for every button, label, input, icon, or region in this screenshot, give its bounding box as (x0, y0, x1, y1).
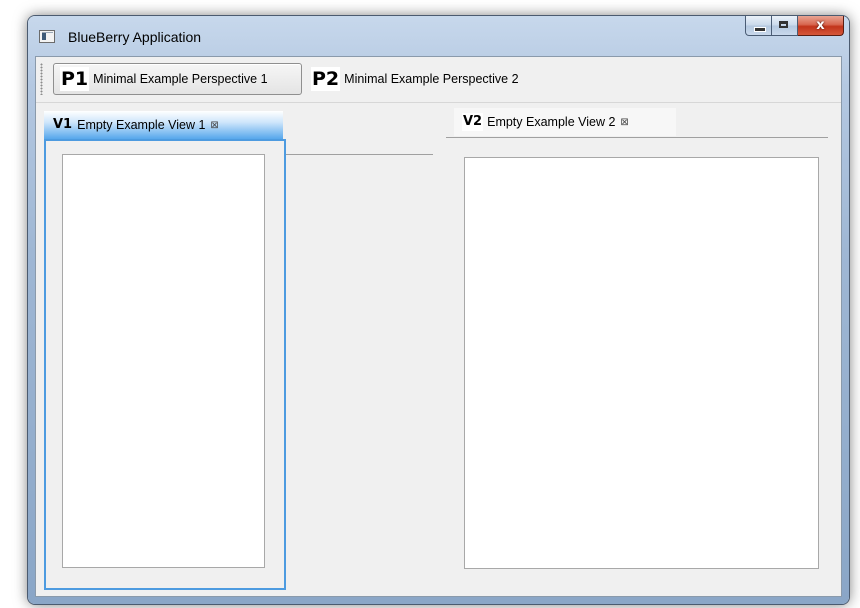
close-icon: x (816, 18, 825, 33)
client-area: P1 Minimal Example Perspective 1 P2 Mini… (35, 56, 842, 597)
view-1-frame (44, 139, 286, 590)
view-2-tab-label: Empty Example View 2 (487, 115, 616, 129)
view-tab-1[interactable]: V1 Empty Example View 1 ⊠ (44, 111, 283, 139)
view-1-close-icon[interactable]: ⊠ (210, 120, 218, 131)
view-2-icon: V2 (462, 113, 484, 131)
view-1-icon: V1 (53, 117, 73, 132)
application-window: BlueBerry Application x P1 Minimal Examp… (28, 16, 849, 604)
perspective-button-1[interactable]: P1 Minimal Example Perspective 1 (53, 63, 302, 95)
perspective-button-2[interactable]: P2 Minimal Example Perspective 2 (309, 63, 519, 95)
close-button[interactable]: x (798, 16, 844, 36)
perspective-2-label: Minimal Example Perspective 2 (344, 72, 519, 86)
view-1-tab-label: Empty Example View 1 (77, 118, 206, 132)
view-2-content-panel[interactable] (464, 157, 819, 569)
view-2-tab-strip-line (446, 137, 828, 138)
view-1-tab-strip-line (286, 154, 433, 155)
view-2-close-icon[interactable]: ⊠ (620, 117, 628, 128)
title-bar[interactable]: BlueBerry Application x (28, 16, 849, 56)
minimize-icon (754, 27, 766, 32)
perspective-1-label: Minimal Example Perspective 1 (93, 72, 268, 86)
perspective-1-icon: P1 (60, 67, 90, 91)
view-tab-2[interactable]: V2 Empty Example View 2 ⊠ (454, 108, 676, 136)
minimize-button[interactable] (745, 16, 772, 36)
perspective-toolbar: P1 Minimal Example Perspective 1 P2 Mini… (36, 57, 841, 103)
window-controls: x (745, 16, 844, 37)
perspective-2-icon: P2 (311, 67, 341, 91)
window-title: BlueBerry Application (68, 29, 202, 45)
view-1-content-panel[interactable] (62, 154, 265, 568)
maximize-icon (779, 21, 788, 28)
maximize-button[interactable] (772, 16, 798, 36)
toolbar-grip-handle[interactable] (40, 63, 43, 95)
application-icon[interactable] (39, 30, 55, 43)
